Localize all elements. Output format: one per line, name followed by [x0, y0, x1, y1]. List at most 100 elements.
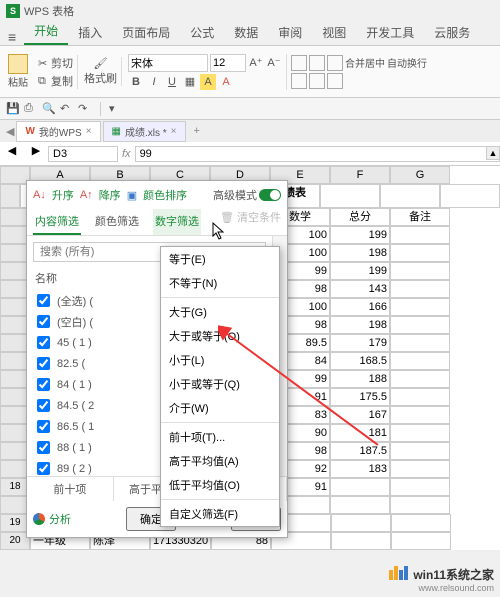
sort-desc-button[interactable]: 降序 [99, 187, 121, 203]
save-icon[interactable]: 💾 [6, 102, 20, 116]
ribbon-tab-layout[interactable]: 页面布局 [112, 20, 180, 45]
font-increase[interactable]: A⁺ [248, 55, 264, 71]
menu-top10[interactable]: 前十项(T)... [161, 425, 279, 449]
cell-note[interactable] [390, 244, 450, 262]
cell-note[interactable] [390, 226, 450, 244]
ribbon-tab-view[interactable]: 视图 [312, 20, 356, 45]
row-header[interactable] [0, 184, 20, 208]
filter-checkbox[interactable] [37, 357, 50, 370]
menu-greater[interactable]: 大于(G) [161, 300, 279, 324]
cell-note[interactable] [390, 352, 450, 370]
font-decrease[interactable]: A⁻ [266, 55, 282, 71]
ribbon-tab-start[interactable]: 开始 [24, 18, 68, 45]
preview-icon[interactable]: 🔍 [42, 102, 56, 116]
close-icon[interactable]: × [171, 126, 177, 137]
file-tab-current[interactable]: ▦ 成绩.xls * × [103, 121, 186, 142]
format-brush[interactable]: 🖌 格式刷 [80, 57, 122, 86]
undo-icon[interactable]: ↶ [60, 102, 74, 116]
col-header[interactable]: F [330, 166, 390, 184]
cell-note[interactable] [390, 280, 450, 298]
cell-total[interactable] [330, 478, 390, 496]
filter-checkbox[interactable] [37, 336, 50, 349]
italic-button[interactable]: I [146, 74, 162, 90]
cell-total[interactable]: 183 [330, 460, 390, 478]
fx-icon[interactable]: fx [118, 148, 135, 160]
menu-below-avg[interactable]: 低于平均值(O) [161, 473, 279, 497]
valign-bot-icon[interactable] [327, 73, 343, 89]
fill-color-button[interactable]: A [200, 74, 216, 90]
cell-total[interactable]: 179 [330, 334, 390, 352]
font-size-select[interactable] [210, 54, 246, 72]
cell-note[interactable] [390, 316, 450, 334]
bold-button[interactable]: B [128, 74, 144, 90]
underline-button[interactable]: U [164, 74, 180, 90]
valign-mid-icon[interactable] [309, 73, 325, 89]
filter-tab-content[interactable]: 内容筛选 [33, 209, 81, 235]
analysis-button[interactable]: 分析 [33, 511, 71, 527]
align-right-icon[interactable] [327, 55, 343, 71]
wrap-text-button[interactable]: 自动换行 [387, 55, 427, 71]
filter-checkbox[interactable] [37, 420, 50, 433]
print-icon[interactable]: ⎙ [24, 102, 38, 116]
filter-clear[interactable]: 🗑 清空条件 [220, 209, 281, 235]
cell-total[interactable]: 175.5 [330, 388, 390, 406]
filter-checkbox[interactable] [37, 462, 50, 475]
cell-note[interactable] [390, 442, 450, 460]
file-tab-mywps[interactable]: W 我的WPS × [16, 121, 100, 142]
cell-total[interactable]: 199 [330, 226, 390, 244]
cell-total[interactable]: 199 [330, 262, 390, 280]
cell-total[interactable]: 168.5 [330, 352, 390, 370]
ribbon-tab-insert[interactable]: 插入 [68, 20, 112, 45]
cell-note[interactable] [390, 334, 450, 352]
menu-icon[interactable]: ≡ [0, 29, 24, 45]
menu-between[interactable]: 介于(W) [161, 396, 279, 420]
redo-icon[interactable]: ↷ [78, 102, 92, 116]
cell-note[interactable] [390, 460, 450, 478]
font-color-button[interactable]: A [218, 74, 234, 90]
align-center-icon[interactable] [309, 55, 325, 71]
menu-custom[interactable]: 自定义筛选(F) [161, 502, 279, 526]
menu-equal[interactable]: 等于(E) [161, 247, 279, 271]
col-header[interactable]: G [390, 166, 450, 184]
formula-input[interactable] [135, 146, 500, 162]
filter-tab-number[interactable]: 数字筛选 [153, 209, 201, 235]
filter-checkbox[interactable] [37, 399, 50, 412]
ribbon-tab-dev[interactable]: 开发工具 [356, 20, 424, 45]
menu-above-avg[interactable]: 高于平均值(A) [161, 449, 279, 473]
sort-asc-button[interactable]: 升序 [52, 187, 74, 203]
filter-checkbox[interactable] [37, 315, 50, 328]
valign-top-icon[interactable] [291, 73, 307, 89]
close-icon[interactable]: × [86, 126, 92, 137]
tab-prev[interactable]: ◀ [6, 125, 14, 138]
filter-tab-color[interactable]: 颜色筛选 [93, 209, 141, 235]
border-button[interactable]: ▦ [182, 74, 198, 90]
cell-note[interactable] [390, 388, 450, 406]
col-total[interactable]: 总分 [330, 208, 390, 226]
cell-note[interactable] [390, 478, 450, 496]
cell-note[interactable] [390, 496, 450, 514]
ribbon-tab-formula[interactable]: 公式 [180, 20, 224, 45]
cell-total[interactable]: 188 [330, 370, 390, 388]
filter-checkbox[interactable] [37, 378, 50, 391]
cell-note[interactable] [390, 406, 450, 424]
font-name-select[interactable] [128, 54, 208, 72]
ribbon-tab-data[interactable]: 数据 [224, 20, 268, 45]
scroll-up-button[interactable]: ▲ [486, 146, 500, 160]
align-left-icon[interactable] [291, 55, 307, 71]
cell-total[interactable]: 187.5 [330, 442, 390, 460]
advanced-mode-toggle[interactable] [259, 189, 281, 201]
nav-prev[interactable]: ◀ [0, 144, 24, 164]
color-sort-button[interactable]: 颜色排序 [143, 187, 187, 203]
cell-note[interactable] [390, 424, 450, 442]
cell-total[interactable] [330, 496, 390, 514]
cell-note[interactable] [390, 370, 450, 388]
copy-button[interactable]: ⧉复制 [38, 73, 73, 89]
cell-total[interactable]: 143 [330, 280, 390, 298]
cell-total[interactable]: 198 [330, 244, 390, 262]
cell-note[interactable] [390, 262, 450, 280]
cell-total[interactable]: 166 [330, 298, 390, 316]
filter-checkbox[interactable] [37, 294, 50, 307]
menu-greater-eq[interactable]: 大于或等于(O) [161, 324, 279, 348]
more-icon[interactable]: ▾ [109, 102, 123, 116]
menu-notequal[interactable]: 不等于(N) [161, 271, 279, 295]
